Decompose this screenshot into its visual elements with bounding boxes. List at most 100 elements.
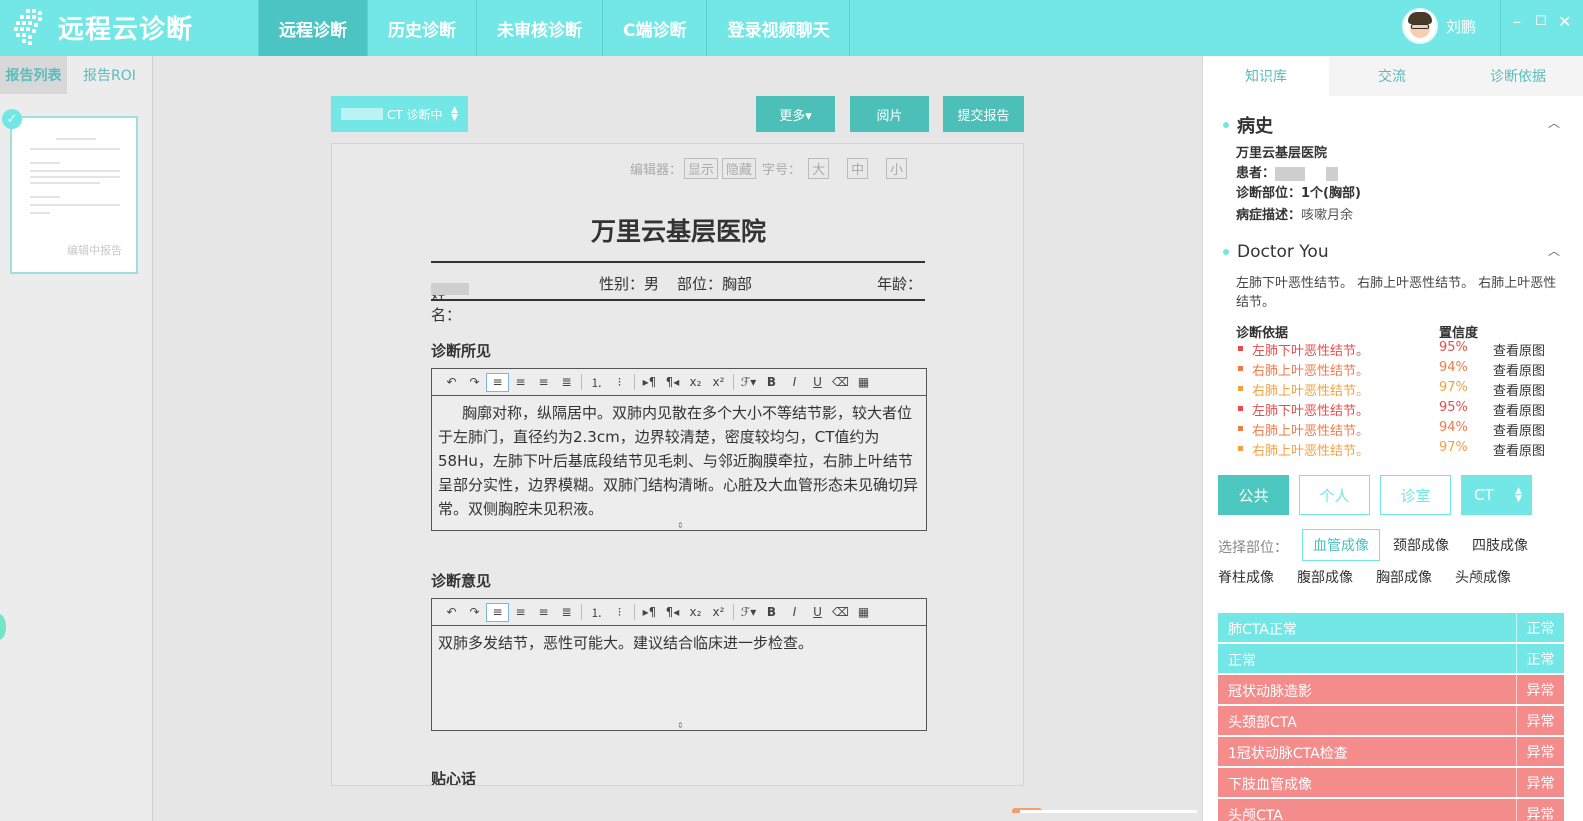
- submit-report-button[interactable]: 提交报告: [943, 96, 1024, 132]
- italic-icon[interactable]: I: [783, 373, 806, 392]
- undo-icon[interactable]: ↶: [440, 373, 463, 392]
- eraser-icon[interactable]: ⌫: [829, 373, 852, 392]
- redo-icon[interactable]: ↷: [463, 603, 486, 622]
- basis-confidence: 97%: [1439, 440, 1468, 455]
- result-row[interactable]: 肺CTA正常 正常: [1218, 613, 1564, 642]
- view-original-link[interactable]: 查看原图: [1493, 400, 1545, 419]
- edge-handle[interactable]: [0, 614, 6, 640]
- part-abdomen[interactable]: 腹部成像: [1297, 561, 1353, 593]
- undo-icon[interactable]: ↶: [440, 603, 463, 622]
- close-icon[interactable]: ✕: [1558, 12, 1571, 31]
- minimize-icon[interactable]: –: [1513, 12, 1521, 31]
- font-family-icon[interactable]: ℱ▾: [737, 373, 760, 392]
- underline-icon[interactable]: U: [806, 603, 829, 622]
- subscript-icon[interactable]: x₂: [684, 373, 707, 392]
- view-original-link[interactable]: 查看原图: [1493, 380, 1545, 399]
- redo-icon[interactable]: ↷: [463, 373, 486, 392]
- modality-select[interactable]: CT ▲ ▼: [1461, 475, 1532, 515]
- user-name: 刘鹏: [1446, 17, 1477, 36]
- view-original-link[interactable]: 查看原图: [1493, 360, 1545, 379]
- unordered-list-icon[interactable]: ⁝: [608, 373, 631, 392]
- rtl-icon[interactable]: ¶◂: [661, 373, 684, 392]
- result-row[interactable]: 下肢血管成像 异常: [1218, 768, 1564, 797]
- ltr-icon[interactable]: ▸¶: [638, 603, 661, 622]
- tab-report-list[interactable]: 报告列表: [0, 56, 67, 94]
- justify-icon[interactable]: ≣: [555, 373, 578, 392]
- align-center-icon[interactable]: ≡: [509, 603, 532, 622]
- superscript-icon[interactable]: x²: [707, 603, 730, 622]
- findings-title: 诊断所见: [431, 342, 492, 360]
- filter-clinic-button[interactable]: 诊室: [1380, 475, 1451, 515]
- more-button[interactable]: 更多▾: [756, 96, 835, 132]
- result-row[interactable]: 头颈部CTA 异常: [1218, 706, 1564, 735]
- ordered-list-icon[interactable]: ⒈: [585, 373, 608, 392]
- nav-video-chat[interactable]: 登录视频聊天: [706, 0, 851, 56]
- nav-history-diagnosis[interactable]: 历史诊断: [367, 0, 476, 56]
- collapse-up-icon[interactable]: ︿: [1548, 242, 1560, 259]
- user-menu[interactable]: 刘鹏: [1402, 8, 1476, 44]
- nav-unreviewed-diagnosis[interactable]: 未审核诊断: [476, 0, 602, 56]
- rtl-icon[interactable]: ¶◂: [661, 603, 684, 622]
- font-family-icon[interactable]: ℱ▾: [737, 603, 760, 622]
- view-original-link[interactable]: 查看原图: [1493, 440, 1545, 459]
- align-center-icon[interactable]: ≡: [509, 373, 532, 392]
- part-limbs[interactable]: 四肢成像: [1472, 529, 1528, 561]
- align-right-icon[interactable]: ≡: [532, 603, 555, 622]
- view-original-link[interactable]: 查看原图: [1493, 340, 1545, 359]
- tab-communication[interactable]: 交流: [1329, 56, 1455, 96]
- part-neck[interactable]: 颈部成像: [1393, 529, 1449, 561]
- resize-grip-icon[interactable]: ⇕: [677, 521, 684, 530]
- bold-icon[interactable]: B: [760, 373, 783, 392]
- result-row[interactable]: 1冠状动脉CTA检查 异常: [1218, 737, 1564, 766]
- ltr-icon[interactable]: ▸¶: [638, 373, 661, 392]
- table-icon[interactable]: ▦: [852, 373, 875, 392]
- hide-editor-button[interactable]: 隐藏: [722, 158, 757, 179]
- nav-remote-diagnosis[interactable]: 远程诊断: [258, 0, 367, 56]
- part-vascular[interactable]: 血管成像: [1302, 529, 1380, 561]
- history-hospital: 万里云基层医院: [1236, 146, 1328, 161]
- filter-personal-button[interactable]: 个人: [1299, 475, 1370, 515]
- status-select[interactable]: CT 诊断中 ▲ ▼: [331, 96, 468, 132]
- tab-diagnosis-basis[interactable]: 诊断依据: [1455, 56, 1581, 96]
- unordered-list-icon[interactable]: ⁝: [608, 603, 631, 622]
- opinion-text[interactable]: 双肺多发结节，恶性可能大。建议结合临床进一步检查。: [432, 626, 926, 660]
- subscript-icon[interactable]: x₂: [684, 603, 707, 622]
- report-thumbnail[interactable]: 编辑中报告: [10, 116, 138, 274]
- tab-knowledge-base[interactable]: 知识库: [1203, 56, 1329, 96]
- part-chest[interactable]: 胸部成像: [1376, 561, 1432, 593]
- table-icon[interactable]: ▦: [852, 603, 875, 622]
- nav-c-diagnosis[interactable]: C端诊断: [602, 0, 706, 56]
- italic-icon[interactable]: I: [783, 603, 806, 622]
- font-large-button[interactable]: 大: [808, 158, 830, 179]
- read-image-button[interactable]: 阅片: [850, 96, 929, 132]
- align-right-icon[interactable]: ≡: [532, 373, 555, 392]
- result-row[interactable]: 正常 正常: [1218, 644, 1564, 673]
- part-spine[interactable]: 脊柱成像: [1218, 561, 1274, 593]
- collapse-up-icon[interactable]: ︿: [1548, 114, 1560, 131]
- bold-icon[interactable]: B: [760, 603, 783, 622]
- result-status: 正常: [1516, 644, 1564, 673]
- align-left-icon[interactable]: ≡: [486, 372, 509, 392]
- result-row[interactable]: 头颅CTA 异常: [1218, 799, 1564, 821]
- findings-text[interactable]: 胸廓对称，纵隔居中。双肺内见散在多个大小不等结节影，较大者位于左肺门，直径约为2…: [432, 396, 926, 526]
- opinion-editor[interactable]: ↶ ↷ ≡ ≡ ≡ ≣ ⒈ ⁝ ▸¶ ¶◂ x₂ x² ℱ▾ B I U ⌫ ▦…: [431, 598, 927, 731]
- maximize-icon[interactable]: ☐: [1535, 14, 1547, 29]
- view-original-link[interactable]: 查看原图: [1493, 420, 1545, 439]
- ordered-list-icon[interactable]: ⒈: [585, 603, 608, 622]
- part-head[interactable]: 头颅成像: [1455, 561, 1511, 593]
- align-left-icon[interactable]: ≡: [486, 602, 509, 622]
- result-name: 下肢血管成像: [1228, 777, 1312, 793]
- show-editor-button[interactable]: 显示: [684, 158, 719, 179]
- font-medium-button[interactable]: 中: [847, 158, 869, 179]
- resize-grip-icon[interactable]: ⇕: [677, 721, 684, 730]
- font-small-button[interactable]: 小: [886, 158, 908, 179]
- result-row[interactable]: 冠状动脉造影 异常: [1218, 675, 1564, 704]
- basis-row: 右肺上叶恶性结节。 97% 查看原图: [1236, 440, 1556, 460]
- eraser-icon[interactable]: ⌫: [829, 603, 852, 622]
- tab-report-roi[interactable]: 报告ROI: [67, 56, 152, 94]
- filter-public-button[interactable]: 公共: [1218, 475, 1289, 515]
- superscript-icon[interactable]: x²: [707, 373, 730, 392]
- findings-editor[interactable]: ↶ ↷ ≡ ≡ ≡ ≣ ⒈ ⁝ ▸¶ ¶◂ x₂ x² ℱ▾ B I U ⌫ ▦…: [431, 368, 927, 531]
- underline-icon[interactable]: U: [806, 373, 829, 392]
- justify-icon[interactable]: ≣: [555, 603, 578, 622]
